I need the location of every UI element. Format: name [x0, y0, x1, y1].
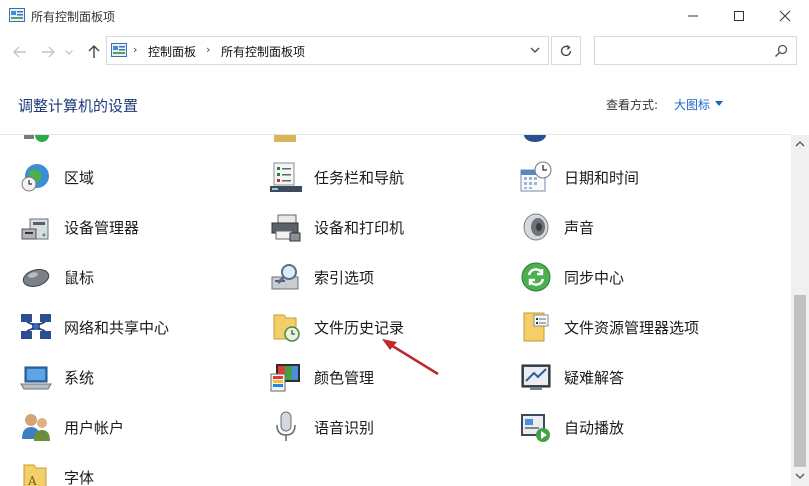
folder-options-icon: [523, 312, 549, 342]
globe-clock-icon: [21, 164, 49, 192]
item-device-manager[interactable]: 设备管理器: [20, 210, 139, 244]
refresh-icon: [560, 44, 572, 56]
item-label: 日期和时间: [564, 168, 640, 187]
troubleshooting-icon: [521, 364, 551, 390]
annotation-arrow-icon: [382, 339, 439, 376]
color-management-icon: [270, 364, 300, 392]
address-bar[interactable]: › 控制面板 › 所有控制面板项: [106, 36, 549, 65]
item-taskbar[interactable]: 任务栏和导航: [270, 160, 404, 194]
partial-item-icon: [524, 135, 546, 142]
scrollbar-thumb[interactable]: [794, 295, 806, 467]
chevron-down-icon: [65, 49, 73, 55]
item-label: 网络和共享中心: [64, 318, 170, 337]
window-title: 所有控制面板项: [31, 10, 116, 24]
item-label: 用户帐户: [64, 418, 125, 437]
microphone-icon: [276, 411, 296, 441]
view-by-dropdown[interactable]: 大图标: [674, 96, 710, 113]
item-fonts[interactable]: A 字体: [20, 460, 94, 486]
item-label: 系统: [64, 368, 95, 387]
refresh-button[interactable]: [551, 36, 581, 65]
forward-button[interactable]: [38, 42, 58, 62]
item-label: 任务栏和导航: [314, 168, 405, 187]
item-color-management[interactable]: 颜色管理: [270, 360, 374, 394]
item-autoplay[interactable]: 自动播放: [520, 410, 624, 444]
item-label: 同步中心: [564, 268, 625, 287]
breadcrumb-all-items[interactable]: 所有控制面板项: [221, 43, 305, 60]
scroll-down-icon[interactable]: [795, 473, 805, 479]
item-date-time[interactable]: 日期和时间: [520, 160, 639, 194]
forward-arrow-icon: [42, 46, 55, 58]
chevron-down-icon[interactable]: [530, 46, 540, 54]
item-system[interactable]: 系统: [20, 360, 94, 394]
back-button[interactable]: [10, 42, 30, 62]
item-label: 设备管理器: [64, 218, 140, 237]
maximize-icon: [734, 10, 744, 21]
network-icon: [21, 314, 51, 339]
close-button[interactable]: [762, 0, 808, 31]
item-label: 疑难解答: [564, 368, 625, 387]
item-label: 自动播放: [564, 418, 625, 437]
taskbar-icon: [270, 162, 302, 192]
item-network-sharing[interactable]: 网络和共享中心: [20, 310, 169, 344]
item-troubleshooting[interactable]: 疑难解答: [520, 360, 624, 394]
item-user-accounts[interactable]: 用户帐户: [20, 410, 124, 444]
mouse-icon: [22, 269, 50, 287]
item-label: 文件资源管理器选项: [564, 318, 700, 337]
item-label: 颜色管理: [314, 368, 375, 387]
user-accounts-icon: [22, 414, 50, 441]
caret-down-icon[interactable]: [715, 101, 723, 106]
item-indexing-options[interactable]: 索引选项: [270, 260, 374, 294]
item-sync-center[interactable]: 同步中心: [520, 260, 624, 294]
up-button[interactable]: [84, 42, 104, 62]
partial-item-icon: [274, 135, 296, 142]
calendar-clock-icon: [520, 161, 552, 192]
scroll-up-icon[interactable]: [795, 141, 805, 147]
breadcrumb-separator-icon[interactable]: ›: [133, 43, 137, 56]
control-panel-icon: [111, 43, 127, 57]
breadcrumb-separator-icon[interactable]: ›: [206, 43, 210, 56]
speaker-icon: [523, 213, 549, 241]
item-sound[interactable]: 声音: [520, 210, 594, 244]
index-search-icon: [271, 264, 299, 290]
up-arrow-icon: [88, 45, 100, 58]
item-speech-recognition[interactable]: 语音识别: [270, 410, 374, 444]
search-input[interactable]: [594, 36, 797, 65]
printer-icon: [271, 214, 301, 242]
item-label: 设备和打印机: [314, 218, 405, 237]
title-bar: 所有控制面板项: [0, 0, 809, 31]
fonts-folder-icon: A: [23, 464, 47, 486]
item-label: 索引选项: [314, 268, 375, 287]
control-panel-icon: [9, 8, 25, 22]
sync-icon: [521, 262, 551, 292]
item-label: 区域: [64, 168, 95, 187]
system-laptop-icon: [20, 366, 52, 390]
back-arrow-icon: [13, 46, 26, 58]
item-region[interactable]: 区域: [20, 160, 94, 194]
autoplay-icon: [521, 414, 550, 442]
page-title: 调整计算机的设置: [18, 97, 139, 115]
vertical-scrollbar[interactable]: [791, 135, 809, 486]
search-icon[interactable]: [774, 44, 788, 58]
partial-item-icon: [24, 135, 49, 142]
header-divider: [0, 134, 790, 135]
maximize-button[interactable]: [716, 0, 762, 31]
item-mouse[interactable]: 鼠标: [20, 260, 94, 294]
minimize-icon: [688, 15, 698, 16]
item-label: 声音: [564, 218, 595, 237]
item-devices-printers[interactable]: 设备和打印机: [270, 210, 404, 244]
svg-text:A: A: [27, 474, 37, 486]
file-history-icon: [273, 314, 300, 342]
recent-locations-button[interactable]: [62, 42, 76, 62]
minimize-button[interactable]: [670, 0, 716, 31]
item-file-explorer-options[interactable]: 文件资源管理器选项: [520, 310, 699, 344]
item-label: 字体: [64, 468, 95, 486]
view-by-label: 查看方式:: [606, 98, 659, 112]
close-icon: [779, 10, 791, 21]
item-label: 语音识别: [314, 418, 375, 437]
device-manager-icon: [21, 218, 49, 240]
breadcrumb-control-panel[interactable]: 控制面板: [148, 43, 196, 60]
item-label: 鼠标: [64, 268, 95, 287]
